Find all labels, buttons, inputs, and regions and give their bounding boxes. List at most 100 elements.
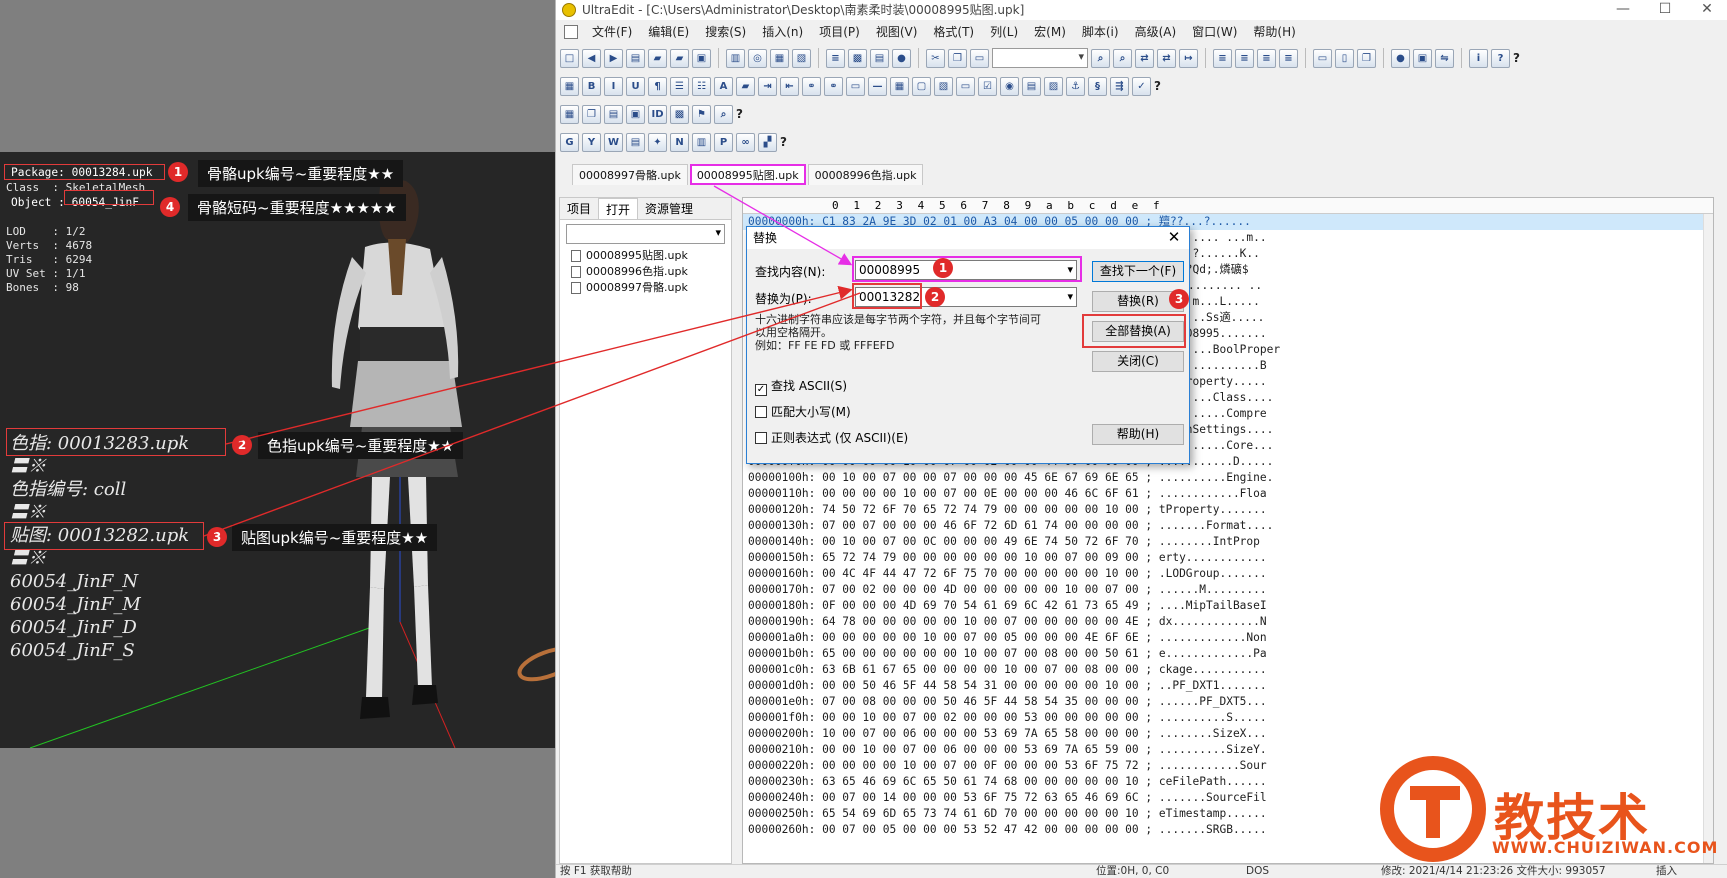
help-icon[interactable]: ? bbox=[780, 135, 790, 149]
windows-icon[interactable]: ▞ bbox=[758, 132, 777, 152]
info-icon[interactable]: i bbox=[1469, 48, 1488, 68]
open-file-item[interactable]: 00008997骨骼.upk bbox=[560, 280, 731, 296]
dialog-close-icon[interactable]: ✕ bbox=[1165, 227, 1183, 249]
compare-icon[interactable]: ⇋ bbox=[1435, 48, 1454, 68]
export-icon[interactable]: ▤ bbox=[604, 104, 623, 124]
copy-icon[interactable]: ❐ bbox=[948, 48, 967, 68]
web-icon[interactable]: ● bbox=[1391, 48, 1410, 68]
panel-filter-select[interactable] bbox=[566, 224, 725, 244]
column-mode-icon[interactable]: ▤ bbox=[870, 48, 889, 68]
open-folder-icon[interactable]: ▰ bbox=[648, 48, 667, 68]
folder-icon[interactable]: ▰ bbox=[670, 48, 689, 68]
panel-tab-project[interactable]: 项目 bbox=[560, 198, 598, 219]
hex-row[interactable]: 00000170h: 07 00 02 00 00 00 4D 00 00 00… bbox=[743, 582, 1713, 598]
replace-in-files-icon[interactable]: ⇄ bbox=[1157, 48, 1176, 68]
ftp-icon[interactable]: ▣ bbox=[1413, 48, 1432, 68]
split-horizontal-icon[interactable]: ▭ bbox=[1313, 48, 1332, 68]
menu-file[interactable]: 文件(F) bbox=[584, 21, 640, 43]
tab-00008995[interactable]: 00008995贴图.upk bbox=[689, 164, 806, 185]
idea-icon[interactable]: ✦ bbox=[648, 132, 667, 152]
hex-row[interactable]: 00000110h: 00 00 00 00 10 00 07 00 0E 00… bbox=[743, 486, 1713, 502]
pattern-icon[interactable]: ▩ bbox=[670, 104, 689, 124]
hex-row[interactable]: 00000150h: 65 72 74 79 00 00 00 00 00 00… bbox=[743, 550, 1713, 566]
google-icon[interactable]: G bbox=[560, 132, 579, 152]
wikipedia-icon[interactable]: W bbox=[604, 132, 623, 152]
menu-edit[interactable]: 编辑(E) bbox=[640, 21, 697, 43]
checkbox-match-case[interactable]: 匹配大小写(M) bbox=[755, 403, 851, 420]
menu-help[interactable]: 帮助(H) bbox=[1245, 21, 1303, 43]
close-button[interactable]: 关闭(C) bbox=[1092, 351, 1184, 372]
checkbox-icon[interactable]: ☑ bbox=[978, 76, 997, 96]
model-viewport[interactable]: Package: 00013284.upk Class : SkeletalMe… bbox=[0, 152, 555, 748]
align-right-icon[interactable]: ≡ bbox=[1257, 48, 1276, 68]
yahoo-icon[interactable]: Y bbox=[582, 132, 601, 152]
indent-icon[interactable]: ⇥ bbox=[758, 76, 777, 96]
magnifier-icon[interactable]: ⌕ bbox=[714, 104, 733, 124]
outdent-icon[interactable]: ⇤ bbox=[780, 76, 799, 96]
grid-icon[interactable]: ▦ bbox=[560, 104, 579, 124]
html-tag-icon[interactable]: ▦ bbox=[560, 76, 579, 96]
checkbox-regex[interactable]: 正则表达式 (仅 ASCII)(E) bbox=[755, 429, 908, 446]
validate-icon[interactable]: ✓ bbox=[1132, 76, 1151, 96]
checkbox-find-ascii[interactable]: ✓ 查找 ASCII(S) bbox=[755, 377, 847, 396]
document-properties-icon[interactable]: ▧ bbox=[792, 48, 811, 68]
numbered-list-icon[interactable]: ☷ bbox=[692, 76, 711, 96]
document-icon[interactable] bbox=[564, 25, 578, 39]
print-preview-icon[interactable]: ◎ bbox=[748, 48, 767, 68]
help-icon[interactable]: ? bbox=[1513, 51, 1523, 65]
anchor-link-icon[interactable]: ⚭ bbox=[824, 76, 843, 96]
paragraph-icon[interactable]: ¶ bbox=[648, 76, 667, 96]
menu-window[interactable]: 窗口(W) bbox=[1184, 21, 1245, 43]
word-wrap-icon[interactable]: ≡ bbox=[826, 48, 845, 68]
color-icon[interactable]: ▰ bbox=[736, 76, 755, 96]
justify-icon[interactable]: ≡ bbox=[1279, 48, 1298, 68]
paste-icon[interactable]: ▭ bbox=[970, 48, 989, 68]
php-icon[interactable]: P bbox=[714, 132, 733, 152]
open-file-item[interactable]: 00008996色指.upk bbox=[560, 264, 731, 280]
close-window-icon[interactable]: ✕ bbox=[1687, 0, 1727, 20]
tidy-icon[interactable]: ⇶ bbox=[1110, 76, 1129, 96]
menu-advanced[interactable]: 高级(A) bbox=[1127, 21, 1185, 43]
bullet-list-icon[interactable]: ☰ bbox=[670, 76, 689, 96]
image-map-icon[interactable]: ▧ bbox=[934, 76, 953, 96]
back-icon[interactable]: ◀ bbox=[582, 48, 601, 68]
hex-row[interactable]: 00000160h: 00 4C 4F 44 47 72 6F 75 70 00… bbox=[743, 566, 1713, 582]
page-setup-icon[interactable]: ▦ bbox=[770, 48, 789, 68]
input-icon[interactable]: ▭ bbox=[956, 76, 975, 96]
table-icon[interactable]: ▦ bbox=[890, 76, 909, 96]
hex-row[interactable]: 000001b0h: 65 00 00 00 00 00 00 10 00 07… bbox=[743, 646, 1713, 662]
script-icon[interactable]: § bbox=[1088, 76, 1107, 96]
id-icon[interactable]: ID bbox=[648, 104, 667, 124]
hr-icon[interactable]: — bbox=[868, 76, 887, 96]
browser-icon[interactable]: ● bbox=[892, 48, 911, 68]
find-next-button[interactable]: 查找下一个(F) bbox=[1092, 261, 1184, 282]
goto-icon[interactable]: ↦ bbox=[1179, 48, 1198, 68]
hex-row[interactable]: 000001d0h: 00 00 50 46 5F 44 58 54 31 00… bbox=[743, 678, 1713, 694]
split-vertical-icon[interactable]: ▯ bbox=[1335, 48, 1354, 68]
hex-row[interactable]: 00000120h: 74 50 72 6F 70 65 72 74 79 00… bbox=[743, 502, 1713, 518]
bold-icon[interactable]: B bbox=[582, 76, 601, 96]
news-icon[interactable]: N bbox=[670, 132, 689, 152]
frame-icon[interactable]: ▢ bbox=[912, 76, 931, 96]
open-file-item[interactable]: 00008995贴图.upk bbox=[560, 248, 731, 264]
dictionary-icon[interactable]: ▤ bbox=[626, 132, 645, 152]
find-icon[interactable]: ⌕ bbox=[1091, 48, 1110, 68]
save-icon[interactable]: ▣ bbox=[692, 48, 711, 68]
maximize-icon[interactable]: ☐ bbox=[1645, 0, 1685, 20]
menu-macro[interactable]: 宏(M) bbox=[1026, 21, 1074, 43]
copy-file-icon[interactable]: ❐ bbox=[582, 104, 601, 124]
new-file-icon[interactable]: □ bbox=[560, 48, 579, 68]
hex-row[interactable]: 00000180h: 0F 00 00 00 4D 69 70 54 61 69… bbox=[743, 598, 1713, 614]
hex-row[interactable]: 000001a0h: 00 00 00 00 00 10 00 07 00 05… bbox=[743, 630, 1713, 646]
menu-project[interactable]: 项目(P) bbox=[811, 21, 868, 43]
hex-row[interactable]: 00000200h: 10 00 07 00 06 00 00 00 53 69… bbox=[743, 726, 1713, 742]
hex-row[interactable]: 00000130h: 07 00 07 00 00 00 46 6F 72 6D… bbox=[743, 518, 1713, 534]
perl-icon[interactable]: ∞ bbox=[736, 132, 755, 152]
image-icon[interactable]: ▨ bbox=[1044, 76, 1063, 96]
panel-tab-explorer[interactable]: 资源管理 bbox=[638, 198, 700, 219]
align-center-icon[interactable]: ≡ bbox=[1235, 48, 1254, 68]
hex-row[interactable]: 000001c0h: 63 6B 61 67 65 00 00 00 00 10… bbox=[743, 662, 1713, 678]
find-in-files-icon[interactable]: ⌕ bbox=[1113, 48, 1132, 68]
help-search-icon[interactable]: ? bbox=[1491, 48, 1510, 68]
cut-icon[interactable]: ✂ bbox=[926, 48, 945, 68]
